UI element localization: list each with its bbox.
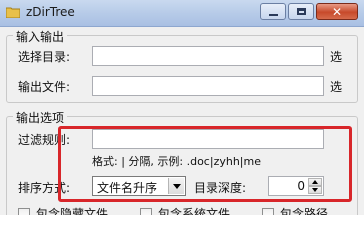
maximize-icon — [296, 8, 306, 15]
output-file-browse-button[interactable]: 选 — [330, 78, 342, 95]
output-options-legend: 输出选项 — [13, 109, 68, 126]
sort-select-value: 文件名升序 — [97, 181, 158, 195]
depth-spin-buttons — [308, 178, 322, 194]
include-hidden-checkbox[interactable]: 包含隐藏文件 — [18, 205, 108, 215]
filter-format-hint: 格式: | 分隔, 示例: .doc|zyhh|me — [92, 155, 261, 168]
minimize-button[interactable] — [260, 3, 286, 20]
include-path-checkbox-box[interactable] — [262, 207, 274, 215]
sort-select[interactable]: 文件名升序 — [92, 176, 186, 196]
select-dir-browse-button[interactable]: 选 — [330, 48, 342, 65]
maximize-button[interactable] — [288, 3, 314, 20]
depth-label: 目录深度: — [194, 181, 247, 195]
output-file-input[interactable] — [92, 76, 324, 96]
caption-buttons: ✕ — [260, 3, 358, 21]
app-window: zDirTree ✕ 输入输出 选择目录: 选 输出文件: 选 输出选项 过滤规… — [0, 0, 364, 215]
include-path-label: 包含路径 — [280, 207, 329, 215]
close-button[interactable]: ✕ — [316, 3, 358, 20]
input-output-legend: 输入输出 — [13, 28, 68, 45]
include-path-checkbox[interactable]: 包含路径 — [262, 205, 328, 215]
folder-app-icon — [5, 6, 21, 19]
select-dir-label: 选择目录: — [18, 50, 71, 64]
select-dir-input[interactable] — [92, 46, 324, 66]
window-title: zDirTree — [26, 5, 75, 19]
spin-up-icon[interactable] — [308, 178, 322, 186]
depth-spinner[interactable]: 0 — [268, 176, 324, 196]
title-bar[interactable]: zDirTree ✕ — [0, 0, 364, 27]
include-system-label: 包含系统文件 — [158, 207, 231, 215]
output-file-label: 输出文件: — [18, 80, 71, 94]
include-hidden-checkbox-box[interactable] — [18, 207, 30, 215]
filter-label: 过滤规则: — [18, 133, 71, 147]
depth-value: 0 — [297, 179, 305, 193]
filter-input[interactable] — [92, 129, 324, 149]
chevron-down-icon[interactable] — [168, 178, 184, 194]
sort-label: 排序方式: — [18, 181, 71, 195]
spin-down-icon[interactable] — [308, 186, 322, 194]
include-system-checkbox-box[interactable] — [140, 207, 152, 215]
close-icon: ✕ — [331, 4, 343, 19]
minimize-icon — [268, 13, 278, 16]
include-hidden-label: 包含隐藏文件 — [36, 207, 109, 215]
include-system-checkbox[interactable]: 包含系统文件 — [140, 205, 230, 215]
